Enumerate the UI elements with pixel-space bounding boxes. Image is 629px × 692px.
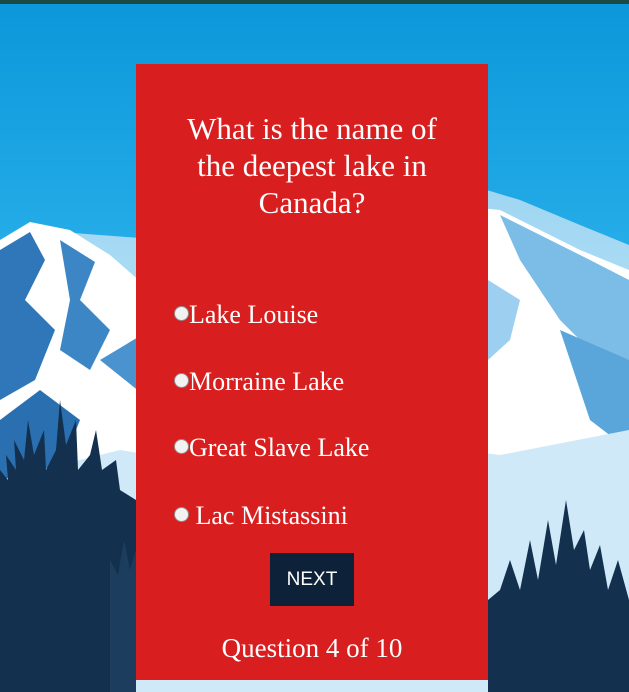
radio-button-icon[interactable]: [174, 372, 189, 388]
question-progress: Question 4 of 10: [221, 633, 403, 663]
answer-option-great-slave-lake[interactable]: Great Slave Lake: [174, 432, 369, 464]
answer-option-label: Great Slave Lake: [189, 433, 370, 462]
answer-option-label: Lac Mistassini: [189, 501, 348, 530]
question-text: What is the name of the deepest lake in …: [187, 111, 437, 220]
answer-option-lac-mistassini[interactable]: Lac Mistassini: [174, 500, 348, 532]
answer-option-lake-louise[interactable]: Lake Louise: [174, 299, 318, 331]
top-bar: [0, 0, 629, 4]
radio-button-icon[interactable]: [174, 506, 189, 522]
radio-button-icon[interactable]: [174, 305, 189, 321]
answer-option-label: Lake Louise: [189, 300, 319, 329]
next-button[interactable]: NEXT: [270, 553, 354, 606]
radio-button-icon[interactable]: [174, 438, 189, 454]
answer-option-morraine-lake[interactable]: Morraine Lake: [174, 366, 344, 398]
answer-option-label: Morraine Lake: [189, 367, 345, 396]
quiz-card: What is the name of the deepest lake in …: [136, 64, 488, 680]
